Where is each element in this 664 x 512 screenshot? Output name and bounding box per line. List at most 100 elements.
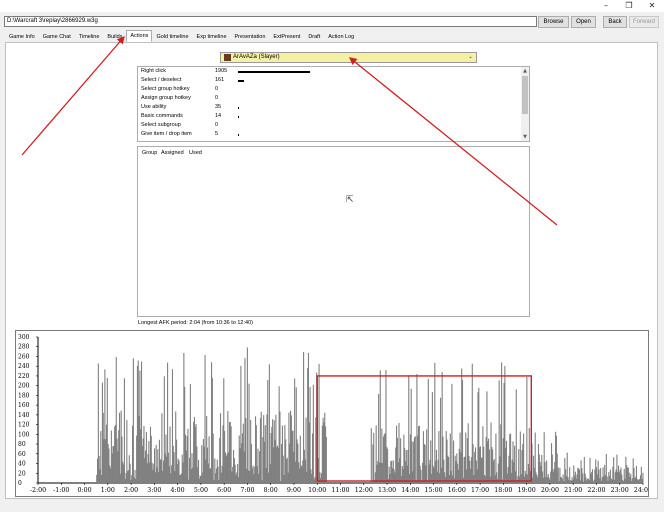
apm-bar — [118, 412, 121, 483]
x-tick-label: -2:00 — [30, 487, 46, 494]
tab-gold-timeline[interactable]: Gold timeline — [152, 31, 192, 42]
y-tick-label: 100 — [18, 431, 30, 438]
tab-draft[interactable]: Draft — [304, 31, 324, 42]
action-name: Basic commands — [141, 113, 183, 119]
tab-actions[interactable]: Actions — [126, 30, 153, 42]
apm-bar — [312, 384, 314, 483]
afk-summary: Longest AFK period: 2:04 (from 10:36 to … — [138, 320, 253, 326]
x-tick-label: 11:00 — [331, 487, 349, 494]
chevron-down-icon[interactable]: ⌄ — [465, 53, 476, 62]
column-header[interactable]: Group — [142, 150, 157, 156]
x-tick-label: 8:00 — [264, 487, 278, 494]
apm-chart: 0 20 40 60 80 100 120 140 160 180 200 220 240 260 280 3… — [15, 330, 652, 497]
tab-game-chat[interactable]: Game Chat — [39, 31, 75, 42]
tab-timeline[interactable]: Timeline — [75, 31, 104, 42]
tab-exp-timeline[interactable]: Exp timeline — [193, 31, 231, 42]
apm-bar — [451, 383, 453, 483]
apm-bar — [453, 440, 455, 483]
apm-bar — [260, 411, 262, 483]
tab-presentation[interactable]: Presentation — [231, 31, 270, 42]
back-button[interactable]: Back — [603, 16, 627, 28]
forward-button[interactable]: Forward — [629, 16, 659, 28]
action-count: 35 — [215, 104, 222, 110]
list-item: Assign group hotkey 0 — [138, 94, 518, 103]
x-tick-label: 5:00 — [194, 487, 208, 494]
player-select[interactable]: ArAvAZa (Slayer) ⌄ — [220, 52, 477, 63]
x-tick-label: 21:00 — [564, 487, 582, 494]
x-tick-label: 23:00 — [611, 487, 629, 494]
tab-extpresent[interactable]: ExtPresent — [269, 31, 304, 42]
close-icon[interactable]: ✕ — [641, 0, 663, 12]
scroll-thumb[interactable] — [522, 76, 528, 114]
maximize-icon[interactable]: ❐ — [618, 0, 640, 12]
groups-table[interactable]: Group Assigned Used — [137, 146, 530, 317]
list-item: Basic commands 14 — [138, 112, 518, 121]
y-tick-label: 60 — [18, 451, 26, 458]
y-tick-label: 240 — [18, 363, 30, 370]
apm-bar — [414, 436, 416, 483]
column-header[interactable]: Used — [189, 150, 202, 156]
action-count: 0 — [215, 86, 219, 92]
x-tick-label: 17:00 — [471, 487, 489, 494]
apm-bar — [318, 363, 320, 483]
action-count: 5 — [215, 131, 219, 137]
actions-scrollbar[interactable]: ▲ ▼ — [521, 67, 529, 141]
action-name: Give item / drop item — [141, 131, 192, 137]
y-tick-label: 120 — [18, 422, 30, 429]
apm-bar — [189, 383, 191, 483]
apm-bar — [426, 429, 428, 483]
list-item: Select / deselect 161 — [138, 76, 518, 85]
scroll-up-icon[interactable]: ▲ — [521, 67, 529, 75]
y-tick-label: 160 — [18, 402, 30, 409]
browse-button[interactable]: Browse — [538, 16, 569, 28]
apm-bar — [613, 457, 615, 483]
apm-bar — [267, 380, 269, 483]
tab-action-log[interactable]: Action Log — [324, 31, 358, 42]
y-tick-label: 0 — [18, 480, 22, 487]
apm-bar — [523, 433, 525, 483]
action-count: 14 — [215, 113, 222, 119]
x-tick-label: 3:00 — [147, 487, 161, 494]
x-tick-label: 13:00 — [378, 487, 396, 494]
y-tick-label: 260 — [18, 353, 30, 360]
x-tick-label: 22:00 — [587, 487, 605, 494]
apm-bar — [246, 347, 248, 483]
open-button[interactable]: Open — [571, 16, 596, 28]
apm-bar — [642, 472, 644, 483]
x-tick-label: 4:00 — [171, 487, 185, 494]
tab-bar: Game Info Game Chat Timeline Builds Acti… — [5, 30, 358, 42]
apm-bar — [461, 379, 464, 483]
actions-list[interactable]: Right click 1905 Select / deselect 161 S… — [137, 66, 530, 142]
minimize-icon[interactable]: – — [595, 0, 617, 12]
apm-bar — [591, 469, 594, 483]
hero-portrait-icon — [224, 54, 231, 61]
x-tick-label: 10:00 — [308, 487, 326, 494]
x-tick-label: 12:00 — [355, 487, 373, 494]
tab-builds[interactable]: Builds — [103, 31, 126, 42]
scroll-down-icon[interactable]: ▼ — [521, 133, 529, 141]
x-tick-label: 24:00 — [634, 487, 648, 494]
x-tick-label: 16:00 — [448, 487, 466, 494]
x-tick-label: 15:00 — [424, 487, 442, 494]
action-name: Use ability — [141, 104, 167, 110]
apm-bar — [370, 428, 372, 483]
replay-path-input[interactable]: D:\Warcraft 3\replay\2866929.w3g — [4, 16, 537, 27]
y-tick-label: 180 — [18, 392, 30, 399]
apm-bar — [123, 378, 125, 483]
x-tick-label: 9:00 — [287, 487, 301, 494]
action-count: 1905 — [215, 68, 228, 74]
tab-game-info[interactable]: Game Info — [5, 31, 39, 42]
x-tick-label: 14:00 — [401, 487, 419, 494]
y-tick-label: 300 — [18, 334, 30, 341]
window-titlebar: – ❐ ✕ — [0, 0, 664, 12]
apm-bar — [132, 358, 134, 483]
y-tick-label: 220 — [18, 373, 30, 380]
y-tick-label: 140 — [18, 412, 30, 419]
apm-bar — [408, 375, 410, 483]
x-tick-label: 7:00 — [240, 487, 254, 494]
x-tick-label: -1:00 — [53, 487, 69, 494]
action-name: Select group hotkey — [141, 86, 190, 92]
apm-bar — [557, 467, 559, 483]
apm-bar — [248, 383, 250, 483]
column-header[interactable]: Assigned — [161, 150, 184, 156]
